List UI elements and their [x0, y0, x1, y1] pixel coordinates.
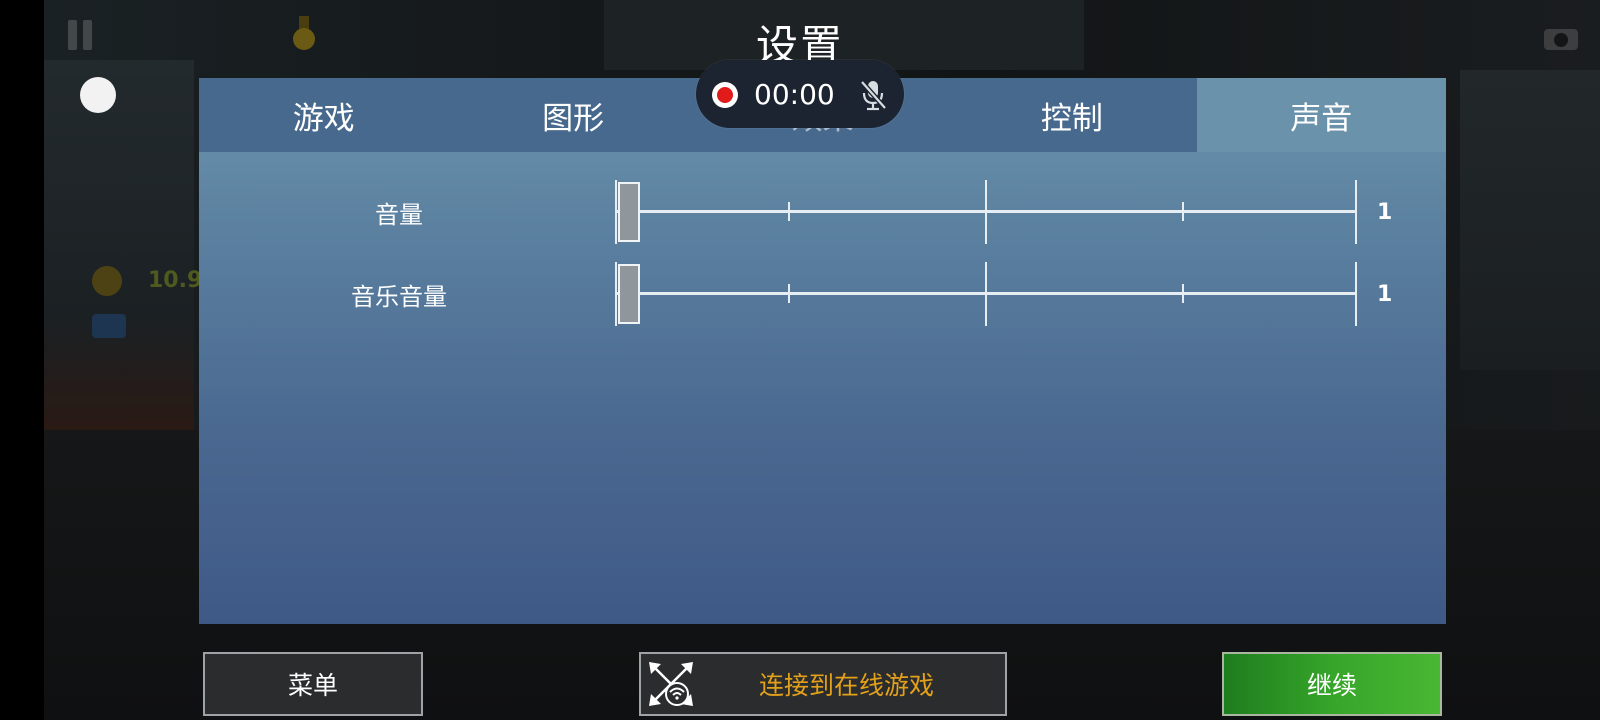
continue-button[interactable]: 继续 [1222, 652, 1442, 716]
volume-value: 1 [1377, 199, 1393, 225]
menu-button-label: 菜单 [287, 671, 338, 700]
tab-label: 图形 [542, 100, 605, 137]
settings-panel: 游戏 图形 效果 控制 声音 音量 1 音乐音量 [199, 78, 1446, 624]
slider-tick [788, 284, 790, 303]
volume-row: 音量 1 [199, 180, 1446, 244]
online-wifi-icon [647, 660, 695, 708]
tab-game[interactable]: 游戏 [199, 78, 449, 152]
music-volume-label: 音乐音量 [351, 282, 447, 311]
slider-tick [615, 262, 617, 326]
tab-controls[interactable]: 控制 [947, 78, 1197, 152]
slider-tick [1182, 202, 1184, 221]
music-volume-value: 1 [1377, 281, 1393, 307]
volume-slider[interactable] [615, 180, 1357, 244]
slider-tick [1355, 180, 1357, 244]
music-volume-row: 音乐音量 1 [199, 262, 1446, 326]
connect-online-label: 连接到在线游戏 [759, 671, 935, 700]
music-volume-slider-thumb[interactable] [618, 264, 640, 324]
tab-graphics[interactable]: 图形 [448, 78, 698, 152]
tab-label: 游戏 [292, 100, 355, 137]
tab-sound[interactable]: 声音 [1196, 78, 1446, 152]
slider-tick [615, 180, 617, 244]
game-screen: 10.9 设置 游戏 图形 效果 控制 声音 音量 1 音乐音量 [0, 0, 1600, 720]
tab-label: 声音 [1290, 100, 1353, 137]
continue-button-label: 继续 [1306, 671, 1357, 700]
music-volume-slider[interactable] [615, 262, 1357, 326]
slider-tick [985, 180, 987, 244]
menu-button[interactable]: 菜单 [203, 652, 423, 716]
coin-icon [92, 266, 122, 296]
tab-label: 控制 [1040, 100, 1103, 137]
connect-online-button[interactable]: 连接到在线游戏 [639, 652, 1007, 716]
slider-tick [1355, 262, 1357, 326]
volume-label: 音量 [375, 200, 423, 229]
floating-assist-button[interactable] [80, 77, 116, 113]
slider-tick [1182, 284, 1184, 303]
slider-tick [788, 202, 790, 221]
record-icon[interactable] [712, 82, 738, 108]
cash-icon [92, 314, 126, 338]
slider-tick [985, 262, 987, 326]
screen-recorder-overlay[interactable]: 00:00 [696, 60, 904, 128]
record-timer: 00:00 [754, 77, 835, 111]
mic-off-icon[interactable] [858, 78, 888, 112]
volume-slider-thumb[interactable] [618, 182, 640, 242]
coin-value: 10.9 [148, 268, 203, 293]
